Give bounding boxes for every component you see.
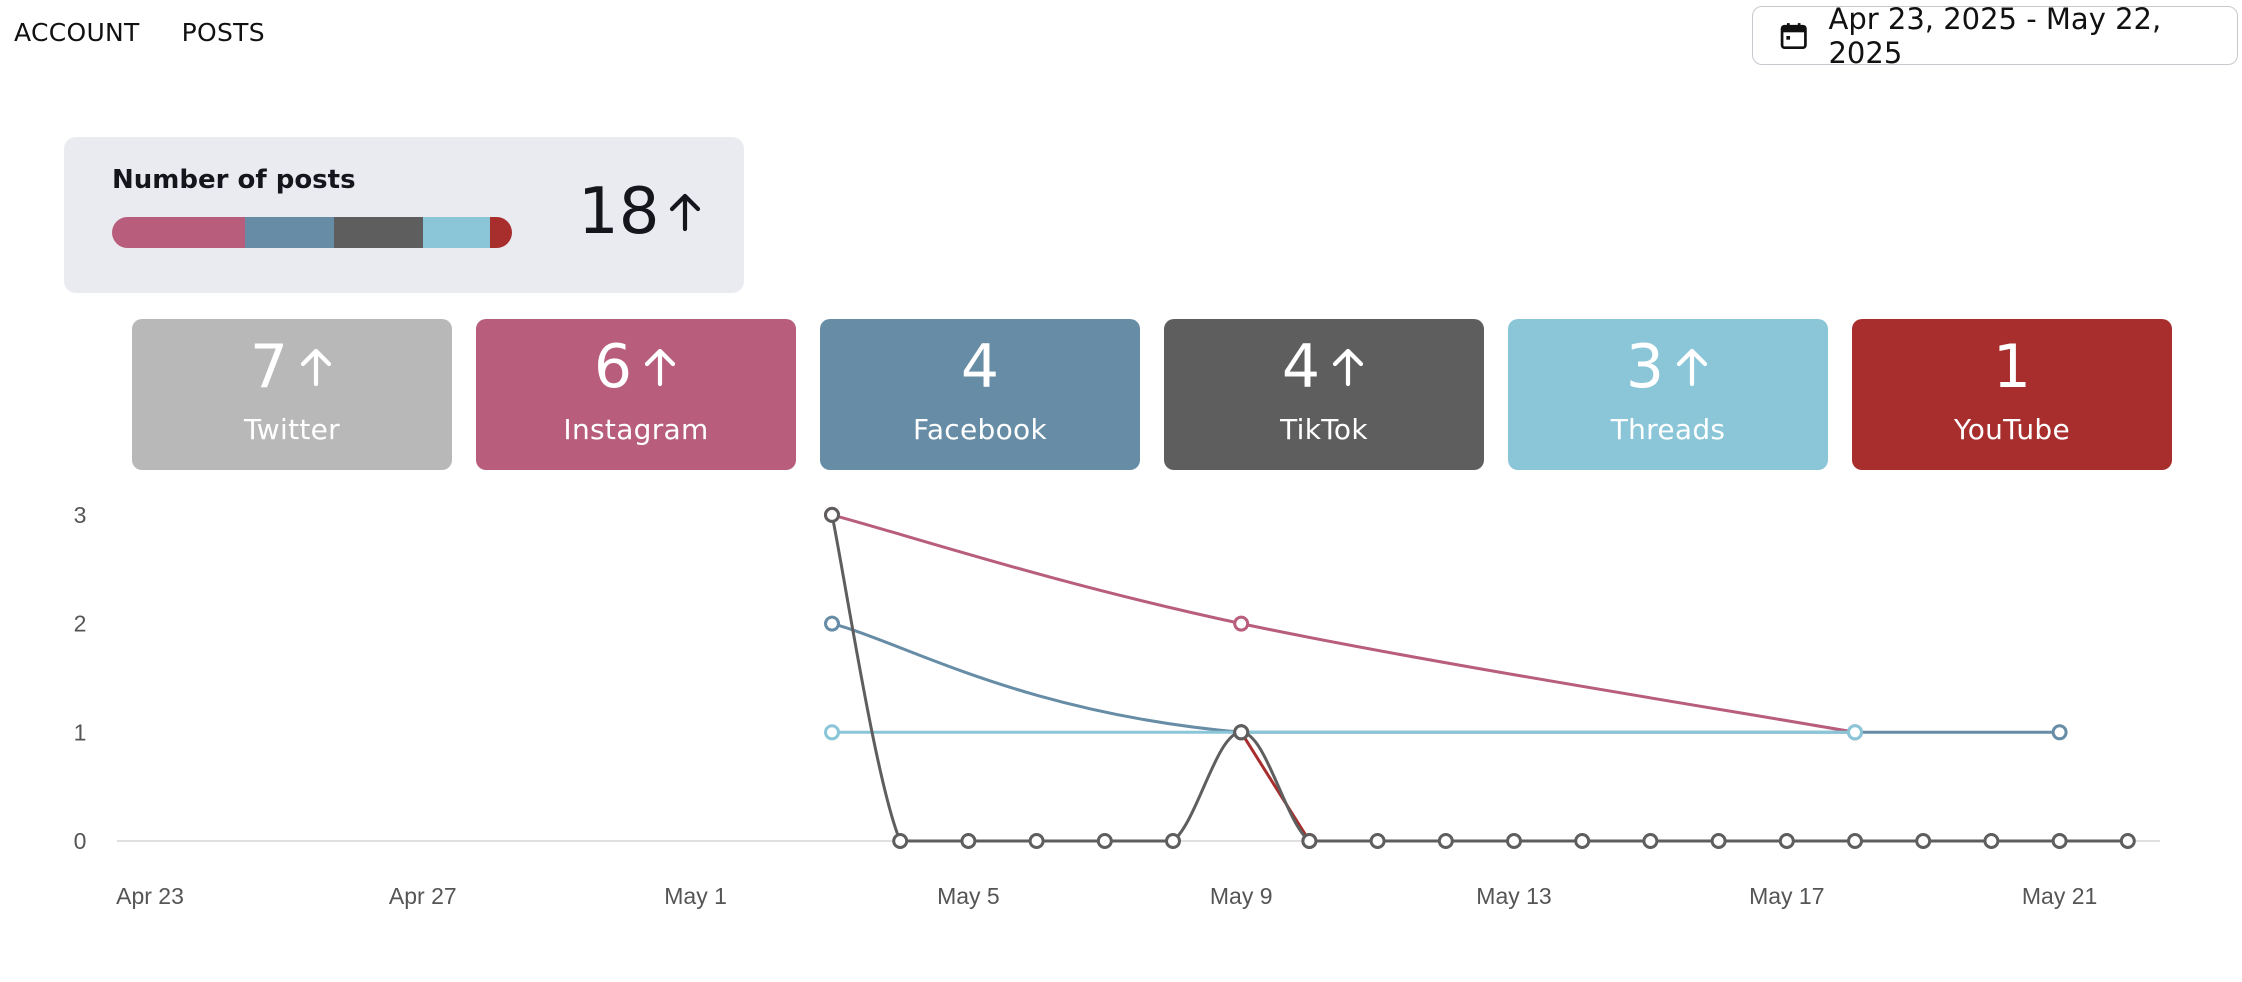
data-point-tiktok	[1778, 833, 1795, 849]
data-point-tiktok	[1506, 833, 1522, 849]
data-point-tiktok	[824, 506, 840, 523]
platform-label: Facebook	[913, 413, 1047, 446]
data-point-tiktok	[1710, 833, 1727, 849]
platform-label: Threads	[1610, 413, 1726, 446]
data-point-tiktok	[1028, 833, 1045, 849]
top-nav: ACCOUNT POSTS	[14, 18, 265, 47]
platform-label: YouTube	[1954, 413, 2070, 446]
platform-count: 4	[961, 337, 999, 397]
y-tick-label: 0	[74, 828, 87, 854]
series-line-facebook	[831, 622, 2060, 734]
calendar-icon	[1780, 22, 1807, 49]
x-tick-label: May 1	[664, 883, 727, 909]
bar-segment-tiktok	[334, 217, 424, 248]
data-point-tiktok	[1437, 833, 1454, 849]
platform-count: 6	[594, 337, 678, 397]
posts-line-chart: 0 1 2 3 Apr 23 Apr 27 May 1 May 5 May 9 May 13 May…	[74, 502, 2160, 909]
arrow-up-icon	[1676, 348, 1708, 387]
bar-segment-facebook	[245, 217, 335, 248]
data-point-tiktok	[1096, 833, 1113, 849]
data-point-facebook	[824, 615, 840, 632]
data-point-tiktok	[1847, 833, 1863, 849]
x-tick-label: Apr 27	[389, 883, 457, 909]
platform-card-instagram[interactable]: 6 Instagram	[476, 319, 796, 470]
bar-segment-instagram	[112, 217, 246, 248]
y-tick-label: 2	[74, 611, 87, 637]
arrow-up-icon	[670, 193, 701, 232]
platform-count-value: 4	[1281, 332, 1321, 402]
posts-summary-card: Number of posts 18	[64, 137, 744, 293]
nav-posts-link[interactable]: POSTS	[182, 18, 265, 47]
arrow-up-icon	[300, 348, 332, 387]
data-point-tiktok	[1369, 833, 1386, 849]
y-tick-label: 3	[74, 502, 87, 528]
nav-account-link[interactable]: ACCOUNT	[14, 18, 140, 47]
data-point-tiktok	[1642, 833, 1659, 849]
summary-count-value: 18	[578, 175, 660, 249]
y-tick-label: 1	[74, 719, 87, 745]
x-tick-label: May 13	[1476, 883, 1551, 909]
arrow-up-icon	[1332, 348, 1364, 387]
data-point-tiktok	[2119, 833, 2136, 849]
data-point-tiktok	[2051, 833, 2068, 849]
date-range-label: Apr 23, 2025 - May 22, 2025	[1828, 1, 2162, 70]
bar-segment-threads	[423, 217, 490, 248]
data-point-tiktok	[1574, 833, 1591, 849]
x-tick-label: May 5	[937, 883, 1000, 909]
platform-card-youtube[interactable]: 1 YouTube	[1852, 319, 2172, 470]
data-point-threads	[824, 724, 840, 741]
data-point-instagram	[1233, 615, 1250, 632]
x-tick-label: May 9	[1210, 883, 1273, 909]
platform-label: Instagram	[563, 413, 709, 446]
platform-card-tiktok[interactable]: 4 TikTok	[1164, 319, 1484, 470]
posts-distribution-bar	[112, 217, 512, 248]
x-tick-label: May 17	[1749, 883, 1824, 909]
platform-count-value: 7	[249, 332, 289, 402]
x-tick-label: May 21	[2022, 883, 2097, 909]
bar-segment-youtube	[489, 217, 512, 248]
data-point-tiktok	[1233, 724, 1250, 741]
data-point-tiktok	[1983, 833, 2000, 849]
platform-count-value: 6	[593, 332, 633, 402]
data-point-tiktok	[960, 833, 977, 849]
data-point-facebook	[2051, 724, 2068, 741]
platform-count: 7	[250, 337, 334, 397]
platform-count: 1	[1993, 337, 2031, 397]
platform-count-value: 1	[1992, 332, 2032, 402]
series-line-tiktok	[830, 514, 2128, 843]
platform-card-facebook[interactable]: 4 Facebook	[820, 319, 1140, 470]
data-point-threads	[1847, 724, 1863, 741]
platform-card-threads[interactable]: 3 Threads	[1508, 319, 1828, 470]
platform-label: Twitter	[244, 413, 340, 446]
series-line-instagram	[831, 513, 1856, 734]
data-point-tiktok	[892, 833, 909, 849]
series-line-youtube	[1239, 731, 1311, 842]
platform-count: 3	[1626, 337, 1710, 397]
platform-count: 4	[1282, 337, 1366, 397]
x-tick-label: Apr 23	[116, 883, 184, 909]
platform-count-value: 4	[960, 332, 1000, 402]
platform-label: TikTok	[1280, 413, 1368, 446]
data-point-tiktok	[1915, 833, 1932, 849]
arrow-up-icon	[644, 348, 676, 387]
data-point-tiktok	[1301, 833, 1318, 849]
summary-title: Number of posts	[112, 165, 356, 195]
platform-card-twitter[interactable]: 7 Twitter	[132, 319, 452, 470]
date-range-picker[interactable]: Apr 23, 2025 - May 22, 2025	[1752, 2, 2238, 70]
summary-count: 18	[578, 175, 703, 249]
platform-count-value: 3	[1625, 332, 1665, 402]
data-point-tiktok	[1165, 833, 1181, 849]
